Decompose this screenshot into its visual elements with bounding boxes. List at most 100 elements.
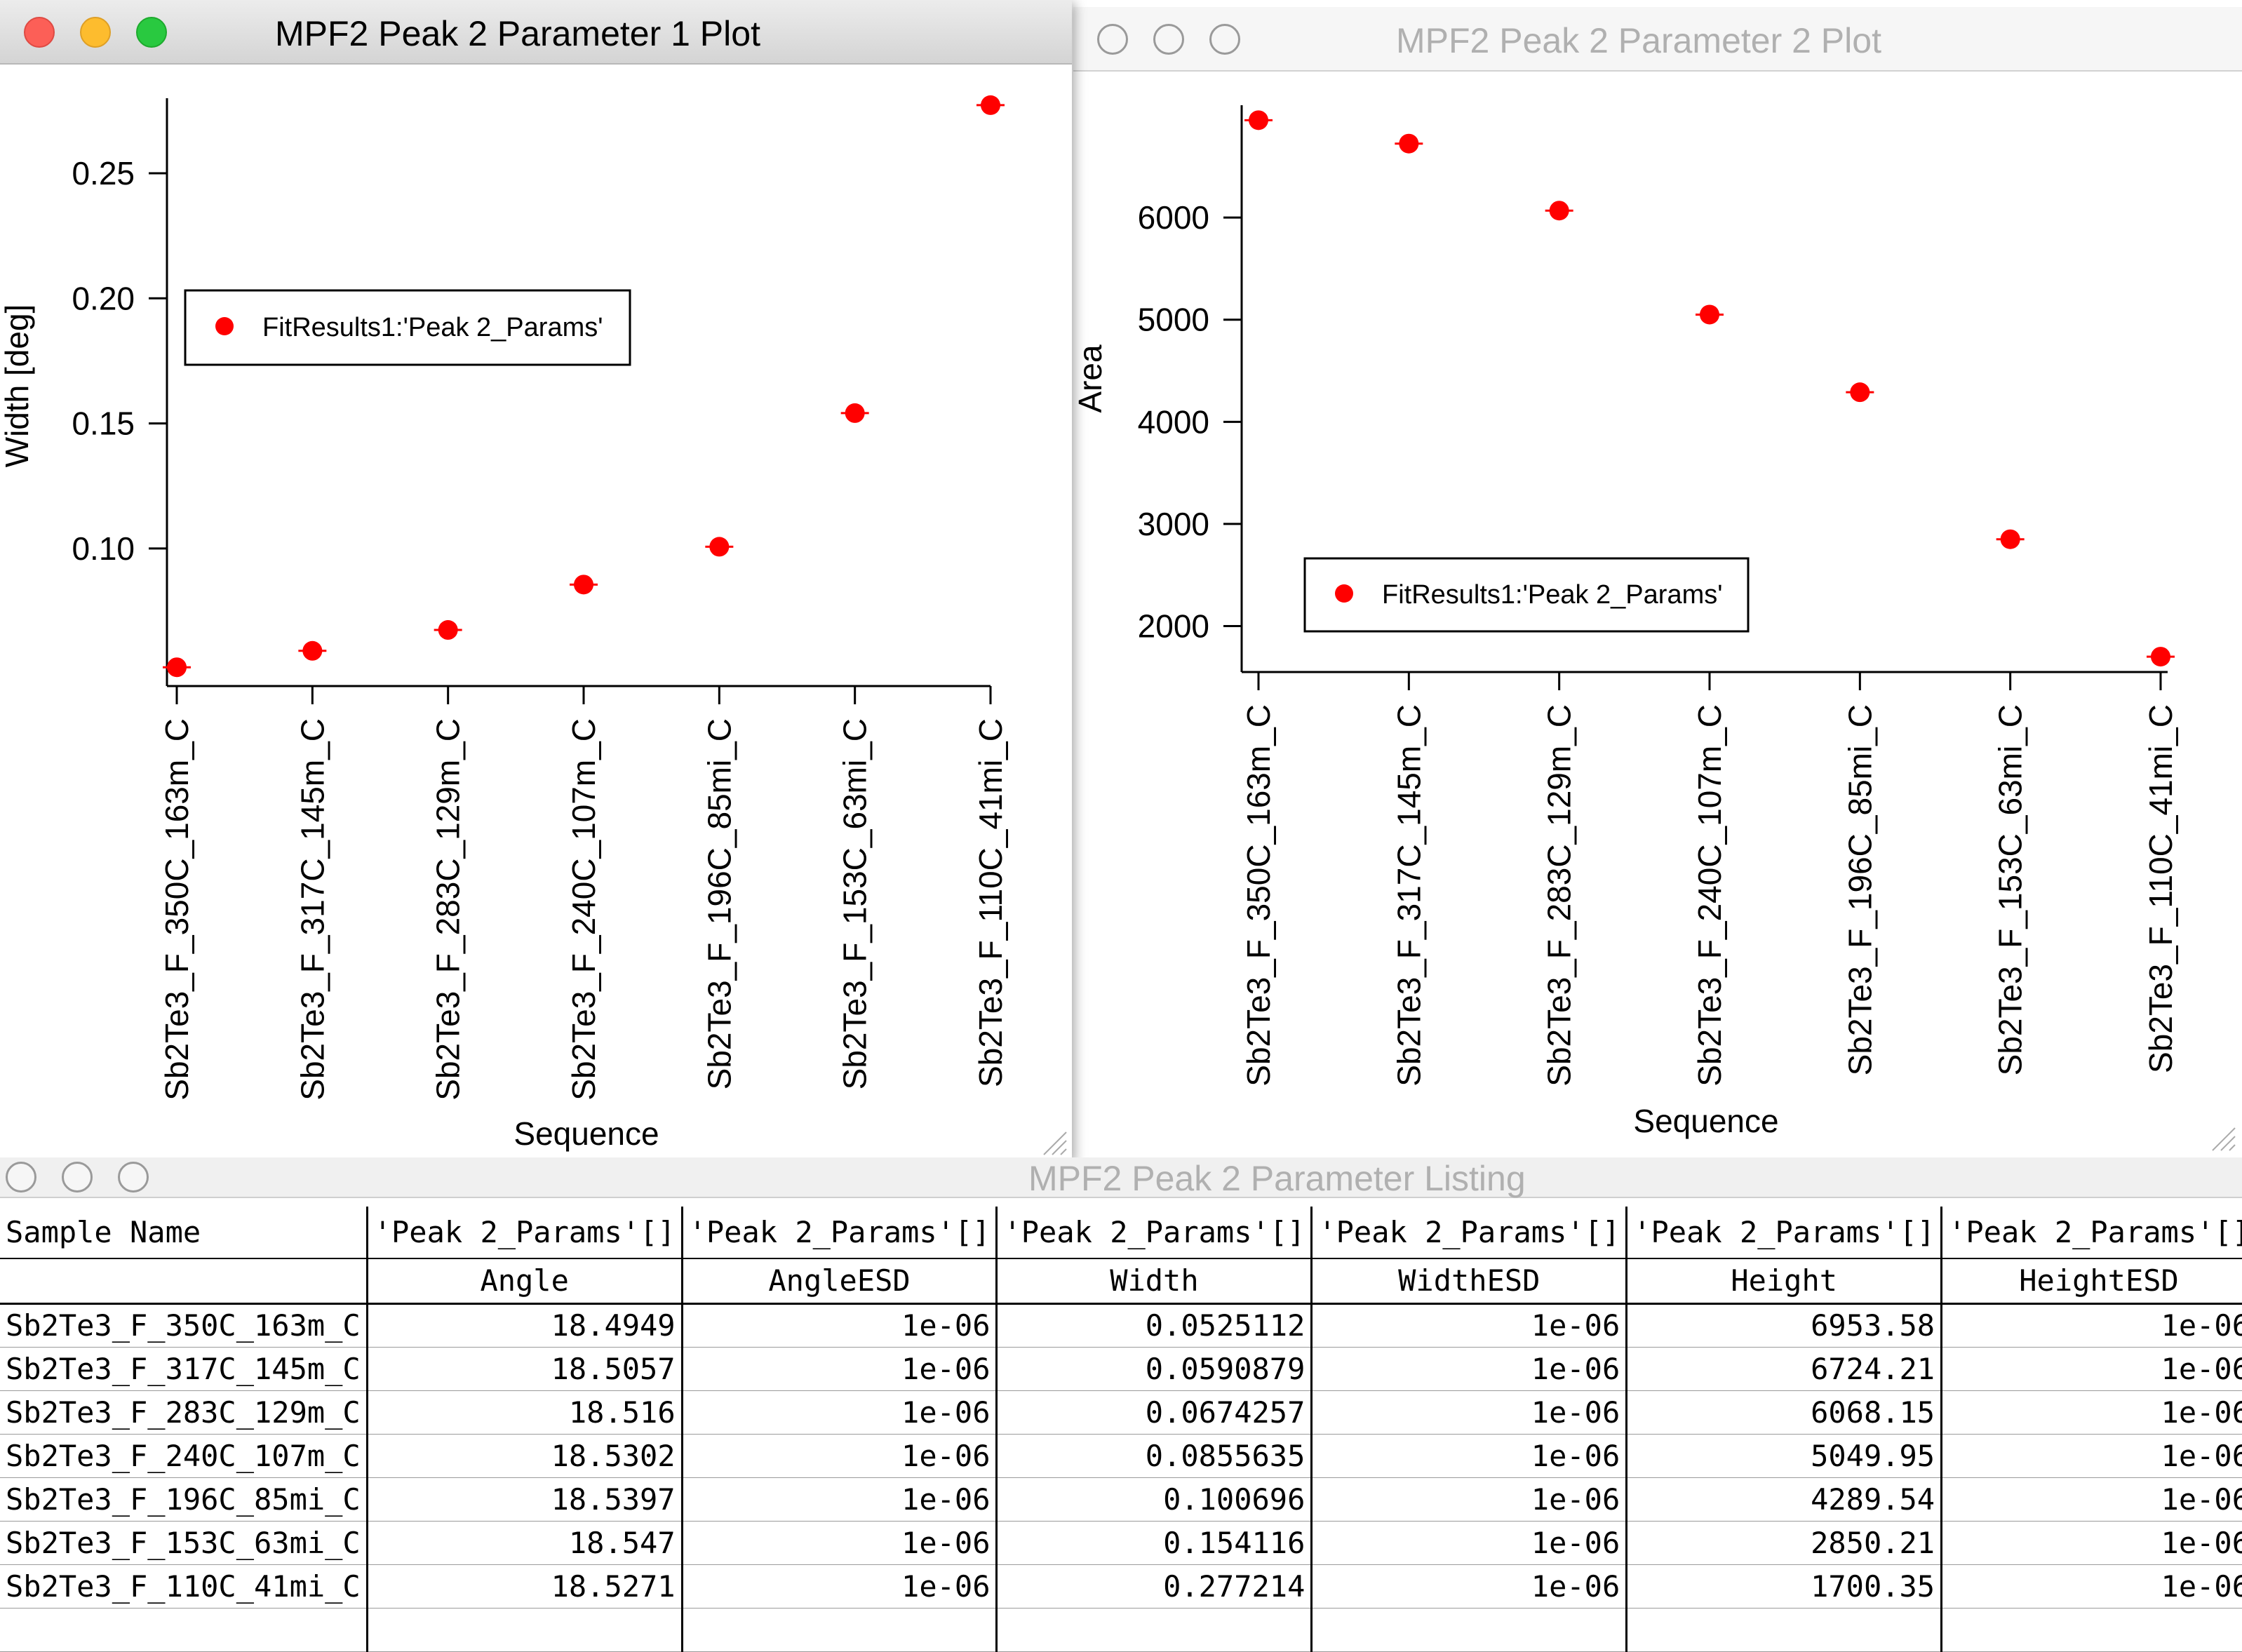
table-cell[interactable]: Sb2Te3_F_317C_145m_C — [0, 1347, 368, 1391]
column-header[interactable]: 'Peak 2_Params'[] — [1626, 1207, 1943, 1259]
window-title: MPF2 Peak 2 Parameter 1 Plot — [275, 14, 760, 53]
table-row[interactable]: Sb2Te3_F_196C_85mi_C 18.5397 1e-06 0.100… — [0, 1477, 2242, 1522]
window-title: MPF2 Peak 2 Parameter Listing — [1028, 1159, 1526, 1198]
table-cell[interactable]: 0.154116 — [996, 1521, 1313, 1565]
table-cell[interactable]: 1e-06 — [1941, 1521, 2242, 1565]
column-header[interactable]: Sample Name — [0, 1207, 368, 1259]
table-cell[interactable]: 1e-06 — [1941, 1303, 2242, 1348]
table-cell[interactable]: 0.0590879 — [996, 1347, 1313, 1391]
table-cell[interactable]: 1e-06 — [682, 1347, 998, 1391]
table-cell[interactable]: 1e-06 — [682, 1390, 998, 1435]
table-row[interactable]: Sb2Te3_F_153C_63mi_C 18.547 1e-06 0.1541… — [0, 1521, 2242, 1565]
table-cell[interactable] — [682, 1608, 998, 1652]
table-cell[interactable]: 4289.54 — [1626, 1477, 1943, 1522]
table-cell[interactable]: 1e-06 — [1311, 1477, 1628, 1522]
close-button[interactable] — [24, 17, 55, 48]
table-cell[interactable] — [1311, 1608, 1628, 1652]
table-cell[interactable]: 18.5397 — [367, 1477, 683, 1522]
table-cell[interactable]: Sb2Te3_F_110C_41mi_C — [0, 1564, 368, 1609]
table-row[interactable]: Sb2Te3_F_317C_145m_C 18.5057 1e-06 0.059… — [0, 1347, 2242, 1391]
table-cell[interactable]: Sb2Te3_F_153C_63mi_C — [0, 1521, 368, 1565]
x-tick-label: Sb2Te3_F_283C_129m_C — [430, 718, 466, 1101]
column-subheader: AngleESD — [682, 1258, 998, 1305]
table-cell[interactable]: 1e-06 — [1941, 1390, 2242, 1435]
table-cell[interactable]: 0.100696 — [996, 1477, 1313, 1522]
table-cell[interactable]: 1e-06 — [1941, 1477, 2242, 1522]
table-cell[interactable]: 18.5302 — [367, 1434, 683, 1478]
table-header-row-2: Angle AngleESD Width WidthESD Height Hei… — [0, 1258, 2242, 1305]
zoom-button[interactable] — [1209, 24, 1240, 55]
table-cell[interactable]: 1e-06 — [682, 1477, 998, 1522]
table-cell[interactable]: Sb2Te3_F_350C_163m_C — [0, 1303, 368, 1348]
table-cell[interactable]: 18.5271 — [367, 1564, 683, 1609]
table-cell[interactable]: Sb2Te3_F_196C_85mi_C — [0, 1477, 368, 1522]
zoom-button[interactable] — [136, 17, 167, 48]
table-cell[interactable]: 1e-06 — [1941, 1564, 2242, 1609]
window-titlebar[interactable]: MPF2 Peak 2 Parameter Listing — [0, 1157, 2242, 1198]
table-cell[interactable]: 1e-06 — [682, 1564, 998, 1609]
table-cell[interactable] — [996, 1608, 1313, 1652]
plot-window-2[interactable]: MPF2 Peak 2 Parameter 2 Plot 2000 3000 400… — [1073, 7, 2242, 1157]
table-cell[interactable]: 0.0855635 — [996, 1434, 1313, 1478]
table-cell[interactable]: Sb2Te3_F_283C_129m_C — [0, 1390, 368, 1435]
close-button[interactable] — [6, 1162, 36, 1193]
table-cell[interactable]: 1e-06 — [682, 1434, 998, 1478]
y-tick-label: 0.25 — [72, 155, 135, 192]
table-cell[interactable]: 5049.95 — [1626, 1434, 1943, 1478]
listing-window[interactable]: MPF2 Peak 2 Parameter Listing Sample Nam… — [0, 1157, 2242, 1652]
window-titlebar[interactable]: MPF2 Peak 2 Parameter 2 Plot — [1073, 7, 2242, 72]
zoom-button[interactable] — [118, 1162, 149, 1193]
table-cell[interactable]: 6724.21 — [1626, 1347, 1943, 1391]
x-tick-label: Sb2Te3_F_153C_63mi_C — [837, 718, 873, 1089]
close-button[interactable] — [1097, 24, 1128, 55]
table-row[interactable]: Sb2Te3_F_240C_107m_C 18.5302 1e-06 0.085… — [0, 1434, 2242, 1478]
table-cell[interactable]: 1e-06 — [1311, 1434, 1628, 1478]
table-cell[interactable]: 18.547 — [367, 1521, 683, 1565]
table-cell[interactable]: 6953.58 — [1626, 1303, 1943, 1348]
table-cell[interactable]: 1e-06 — [1311, 1390, 1628, 1435]
resize-handle[interactable] — [1040, 1128, 1068, 1156]
table-cell[interactable]: 1700.35 — [1626, 1564, 1943, 1609]
y-axis-label: Width [deg] — [0, 304, 35, 468]
table-cell[interactable]: 1e-06 — [1311, 1521, 1628, 1565]
table-cell[interactable]: 1e-06 — [1311, 1347, 1628, 1391]
window-titlebar[interactable]: MPF2 Peak 2 Parameter 1 Plot — [0, 0, 1072, 65]
table-row[interactable]: Sb2Te3_F_110C_41mi_C 18.5271 1e-06 0.277… — [0, 1564, 2242, 1609]
table-cell[interactable]: 1e-06 — [1311, 1303, 1628, 1348]
table-cell[interactable]: 1e-06 — [682, 1303, 998, 1348]
table-cell[interactable]: 0.0674257 — [996, 1390, 1313, 1435]
resize-handle[interactable] — [2208, 1124, 2236, 1152]
table-cell[interactable]: 0.0525112 — [996, 1303, 1313, 1348]
table-cell[interactable]: 1e-06 — [682, 1521, 998, 1565]
table-row[interactable]: Sb2Te3_F_283C_129m_C 18.516 1e-06 0.0674… — [0, 1390, 2242, 1435]
minimize-button[interactable] — [80, 17, 111, 48]
parameter-table[interactable]: Sample Name 'Peak 2_Params'[] 'Peak 2_Pa… — [0, 1207, 2242, 1652]
column-header[interactable]: 'Peak 2_Params'[] — [682, 1207, 998, 1259]
column-header[interactable]: 'Peak 2_Params'[] — [1311, 1207, 1628, 1259]
table-cell[interactable]: 18.516 — [367, 1390, 683, 1435]
plot-window-1[interactable]: MPF2 Peak 2 Parameter 1 Plot 0.10 0.15 0.2… — [0, 0, 1072, 1162]
table-cell[interactable]: Sb2Te3_F_240C_107m_C — [0, 1434, 368, 1478]
table-row[interactable]: Sb2Te3_F_350C_163m_C 18.4949 1e-06 0.052… — [0, 1303, 2242, 1348]
table-cell[interactable]: 0.277214 — [996, 1564, 1313, 1609]
table-cell[interactable]: 1e-06 — [1941, 1434, 2242, 1478]
table-cell[interactable] — [1626, 1608, 1943, 1652]
table-row-empty[interactable] — [0, 1608, 2242, 1652]
x-tick-label: Sb2Te3_F_350C_163m_C — [1240, 704, 1277, 1087]
table-cell[interactable]: 2850.21 — [1626, 1521, 1943, 1565]
plot-area[interactable]: 0.10 0.15 0.20 0.25 Sb2Te3_F_350C_163m_C Sb2T… — [0, 63, 1072, 1162]
column-header[interactable]: 'Peak 2_Params'[] — [367, 1207, 683, 1259]
table-cell[interactable] — [0, 1608, 368, 1652]
minimize-button[interactable] — [62, 1162, 93, 1193]
table-cell[interactable]: 18.5057 — [367, 1347, 683, 1391]
table-cell[interactable]: 6068.15 — [1626, 1390, 1943, 1435]
minimize-button[interactable] — [1153, 24, 1184, 55]
plot-area[interactable]: 2000 3000 4000 5000 6000 Sb2Te3_F_350C_163m_C… — [1073, 70, 2242, 1157]
table-cell[interactable]: 18.4949 — [367, 1303, 683, 1348]
column-header[interactable]: 'Peak 2_Params'[] — [996, 1207, 1313, 1259]
table-cell[interactable]: 1e-06 — [1941, 1347, 2242, 1391]
column-header[interactable]: 'Peak 2_Params'[] — [1941, 1207, 2242, 1259]
table-cell[interactable]: 1e-06 — [1311, 1564, 1628, 1609]
table-cell[interactable] — [367, 1608, 683, 1652]
table-cell[interactable] — [1941, 1608, 2242, 1652]
